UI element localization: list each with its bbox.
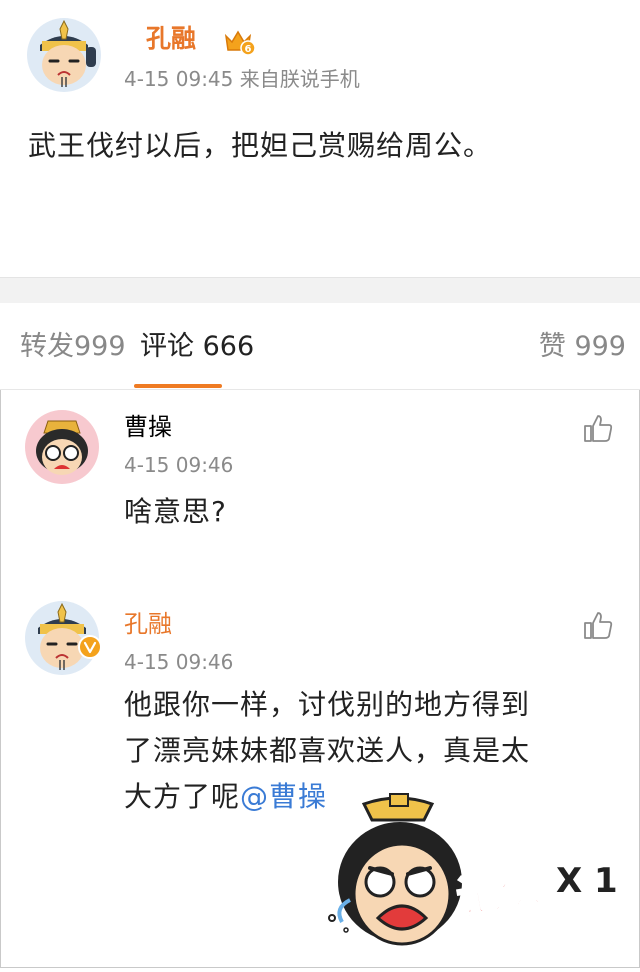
post-author-name[interactable]: 孔融 <box>146 22 196 56</box>
mention-link[interactable]: @曹操 <box>240 780 327 813</box>
tab-likes[interactable]: 赞 999 <box>539 329 626 365</box>
comment-time: 4-15 09:46 <box>124 650 234 674</box>
sticker-caption: 记仇 <box>453 859 549 925</box>
comment-time: 4-15 09:46 <box>124 453 234 477</box>
tab-like-label: 赞 <box>538 331 566 362</box>
avatar[interactable] <box>26 17 102 93</box>
grudge-sticker: 记仇 X 1 <box>320 790 620 968</box>
comment-text: 啥意思? <box>124 495 227 528</box>
tab-repost[interactable]: 转发999 <box>20 329 126 365</box>
tab-comments[interactable]: 评论 666 <box>140 329 254 365</box>
thumbs-up-icon[interactable] <box>582 413 614 443</box>
avatar[interactable] <box>24 409 100 485</box>
post-meta: 4-15 09:45 来自朕说手机 <box>124 65 360 93</box>
vip-crown-icon: 6 <box>224 28 256 56</box>
active-tab-indicator <box>134 384 222 388</box>
comment-text-line: 他跟你一样，讨伐别的地方得到 <box>124 688 531 721</box>
verified-badge-icon <box>78 635 102 659</box>
comment-item: 曹操 4-15 09:46 啥意思? <box>0 389 640 579</box>
tab-repost-label: 转发 <box>20 331 74 362</box>
tab-like-count: 999 <box>574 331 626 362</box>
thumbs-up-icon[interactable] <box>582 610 614 640</box>
sticker-multiplier: X 1 <box>556 861 618 901</box>
comment-author-name[interactable]: 曹操 <box>124 411 172 443</box>
post-text: 武王伐纣以后，把妲己赏赐给周公。 <box>28 129 493 162</box>
tab-comment-count: 666 <box>202 331 255 362</box>
tab-comment-label: 评论 <box>140 331 194 362</box>
tab-bar: 转发999 评论 666 赞 999 <box>0 303 640 390</box>
post-source: 来自朕说手机 <box>239 67 360 91</box>
section-divider <box>0 277 640 304</box>
post-time: 4-15 09:45 <box>124 67 234 91</box>
vip-level-text: 6 <box>245 44 252 55</box>
comment-author-name[interactable]: 孔融 <box>124 608 172 640</box>
tab-repost-count: 999 <box>74 331 126 362</box>
comment-text-line: 了漂亮妹妹都喜欢送人，真是太 <box>124 734 531 767</box>
original-post: 孔融 6 4-15 09:45 来自朕说手机 武王伐纣以后，把妲己赏赐给周公。 <box>0 0 640 277</box>
comment-text-fragment: 大方了呢 <box>124 780 241 813</box>
